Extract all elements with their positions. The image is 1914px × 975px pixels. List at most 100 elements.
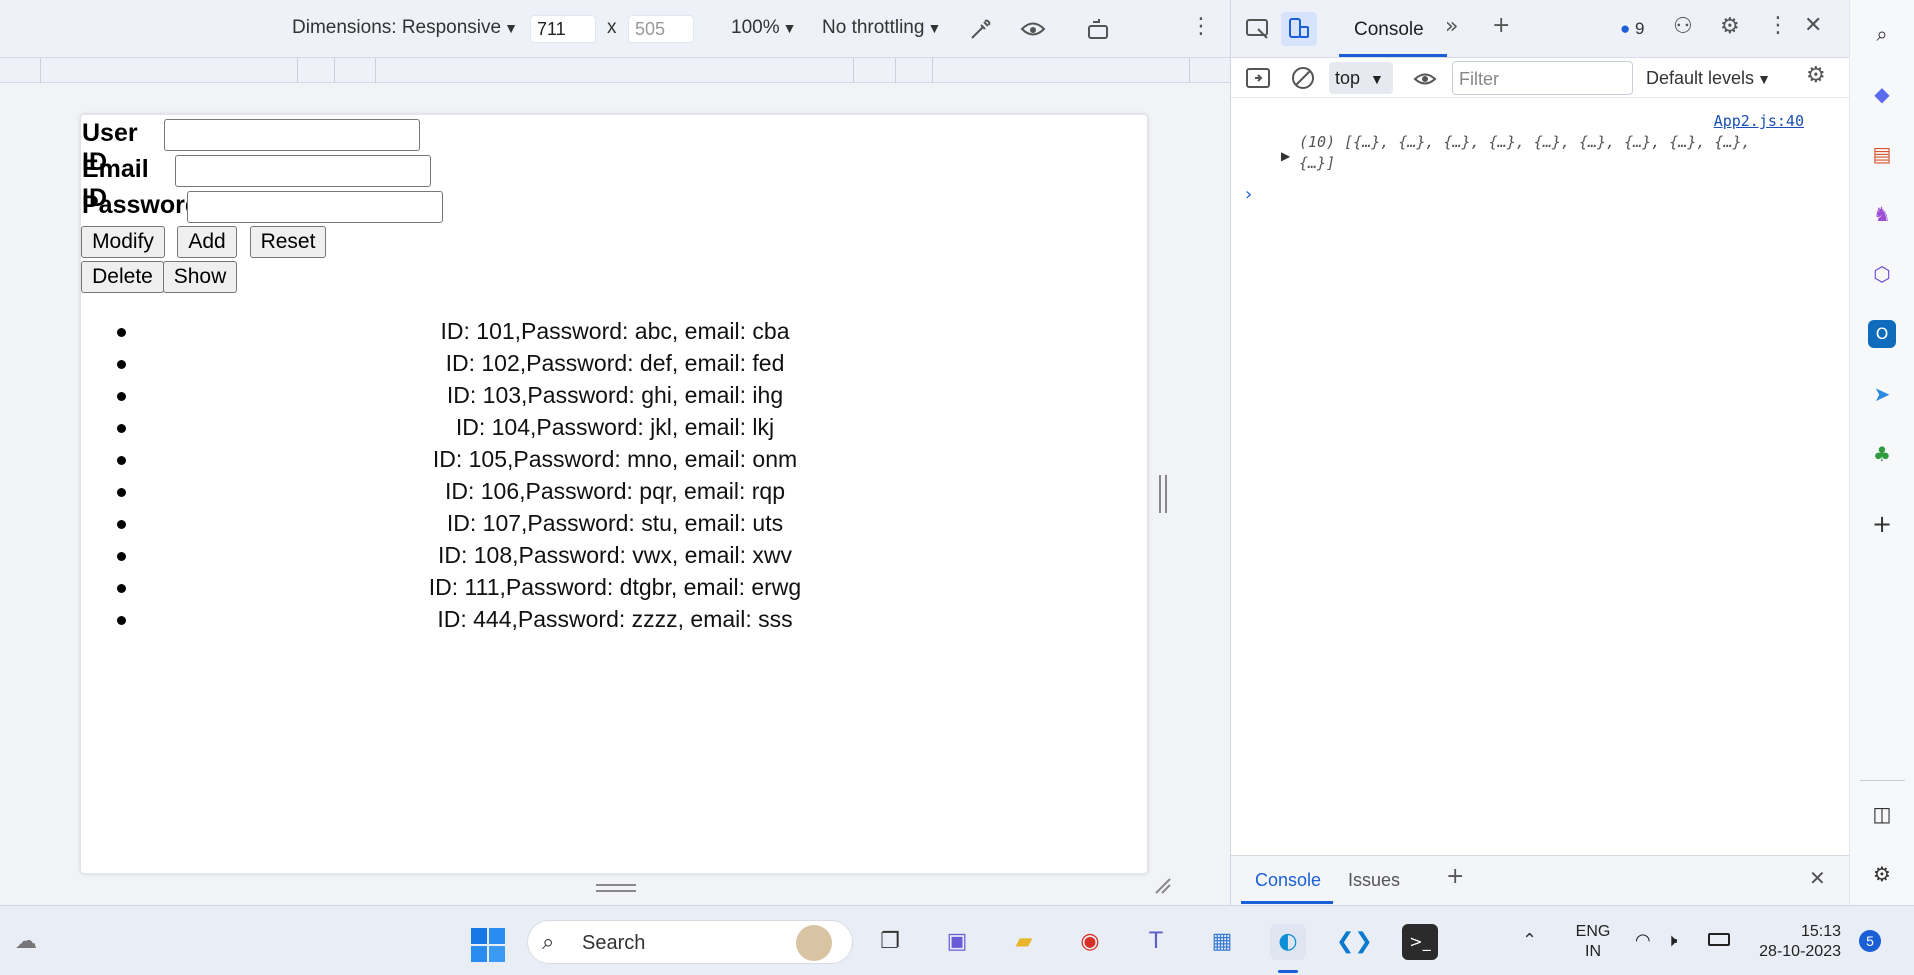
more-tabs-icon[interactable]: »	[1445, 14, 1458, 39]
language-line2: IN	[1585, 943, 1601, 960]
drawer-tab-console[interactable]: Console	[1255, 870, 1321, 891]
chrome-icon[interactable]: ◉	[1072, 924, 1108, 960]
network-conditions-icon[interactable]: ⚇	[1673, 14, 1693, 39]
search-icon[interactable]: ⌕	[1868, 20, 1896, 48]
add-sidebar-icon[interactable]: +	[1868, 510, 1896, 538]
terminal-icon[interactable]: >_	[1402, 924, 1438, 960]
reset-button[interactable]: Reset	[250, 226, 326, 258]
vscode-icon[interactable]: ❮❯	[1336, 924, 1373, 960]
chat-icon[interactable]: ▣	[939, 924, 975, 960]
throttling-dropdown[interactable]: No throttling ▼	[822, 17, 941, 39]
edge-icon[interactable]: ◐	[1270, 924, 1306, 960]
tag-icon[interactable]: ◆	[1868, 80, 1896, 108]
toolbox-icon[interactable]: ▤	[1868, 140, 1896, 168]
caret-down-icon: ▼	[504, 20, 518, 36]
drawer-tab-issues[interactable]: Issues	[1348, 870, 1400, 891]
device-toggle-button[interactable]	[1281, 12, 1317, 46]
width-input[interactable]: 711	[530, 15, 596, 43]
eye-icon[interactable]	[1020, 18, 1046, 40]
corner-resize-icon[interactable]	[1154, 877, 1172, 895]
rotate-icon[interactable]	[1085, 16, 1111, 42]
clock[interactable]: 15:13 28-10-2023	[1751, 922, 1841, 962]
live-expression-eye-icon[interactable]	[1413, 70, 1437, 88]
close-devtools-icon[interactable]: ✕	[1804, 13, 1822, 38]
tab-console[interactable]: Console	[1354, 19, 1424, 41]
password-label: Password	[82, 191, 201, 219]
taskbar-search[interactable]: ⌕ Search	[527, 920, 853, 964]
password-input[interactable]	[187, 191, 443, 223]
height-input[interactable]: 505	[628, 15, 694, 43]
zoom-label: 100%	[731, 17, 780, 38]
file-explorer-icon[interactable]: ▰	[1006, 924, 1042, 960]
performance-monitor-icon[interactable]: ▦	[1204, 924, 1240, 960]
eyedropper-icon[interactable]	[968, 16, 994, 42]
expand-triangle-icon[interactable]: ▶	[1281, 149, 1290, 163]
user-list: ID: 101,Password: abc, email: cba ID: 102…	[81, 315, 1149, 635]
log-levels-dropdown[interactable]: Default levels ▼	[1646, 68, 1771, 89]
ruler-tick	[932, 58, 933, 83]
source-link[interactable]: App2.js:40	[1714, 112, 1804, 130]
notification-badge[interactable]: 5	[1859, 930, 1881, 952]
zoom-dropdown[interactable]: 100% ▼	[731, 17, 796, 39]
speaker-muted-icon[interactable]: 🕨	[1666, 930, 1677, 951]
outlook-icon[interactable]: O	[1868, 320, 1896, 348]
list-item: ID: 444,Password: zzzz, email: sss	[81, 603, 1149, 635]
log-levels-label: Default levels	[1646, 68, 1755, 88]
teams-icon[interactable]: T	[1138, 924, 1174, 960]
list-item-text: ID: 104,Password: jkl, email: lkj	[455, 414, 775, 440]
weather-icon[interactable]: ☁	[8, 924, 44, 960]
list-item-text: ID: 107,Password: stu, email: uts	[446, 510, 784, 536]
list-item: ID: 103,Password: ghi, email: ihg	[81, 379, 1149, 411]
sidebar-settings-icon[interactable]: ⚙	[1868, 860, 1896, 888]
list-item: ID: 108,Password: vwx, email: xwv	[81, 539, 1149, 571]
device-viewport: User ID Email ID Password Modify Add Res…	[80, 114, 1148, 874]
console-log-entry[interactable]: (10) [{…}, {…}, {…}, {…}, {…}, {…}, {…},…	[1299, 132, 1819, 174]
bullet-icon	[117, 392, 126, 401]
more-options-icon[interactable]: ⋮	[1767, 13, 1789, 38]
games-icon[interactable]: ♞	[1868, 200, 1896, 228]
add-button[interactable]: Add	[177, 226, 237, 258]
bullet-icon	[117, 520, 126, 529]
list-item: ID: 106,Password: pqr, email: rqp	[81, 475, 1149, 507]
viewport-resize-handle-bottom[interactable]	[596, 884, 636, 892]
sidebar-panel-icon[interactable]: ◫	[1868, 800, 1896, 828]
windows-start-icon[interactable]	[470, 927, 506, 963]
task-view-icon[interactable]: ❐	[872, 924, 908, 960]
console-prompt-icon[interactable]: ›	[1245, 184, 1252, 205]
console-toolbar: top ▼ Filter Default levels ▼ ⚙	[1231, 58, 1850, 98]
settings-icon[interactable]: ⚙	[1720, 14, 1740, 39]
modify-button[interactable]: Modify	[81, 226, 165, 258]
wifi-icon[interactable]: ◠	[1635, 930, 1651, 951]
show-button[interactable]: Show	[163, 261, 237, 293]
clear-console-icon[interactable]	[1291, 66, 1315, 90]
close-drawer-icon[interactable]: ✕	[1809, 866, 1826, 890]
context-dropdown[interactable]: top ▼	[1329, 62, 1393, 94]
language-indicator[interactable]: ENG IN	[1573, 922, 1613, 962]
send-icon[interactable]: ➤	[1868, 380, 1896, 408]
hidden-icons-chevron-icon[interactable]: ⌃	[1522, 930, 1537, 951]
list-item-text: ID: 111,Password: dtgbr, email: erwg	[428, 574, 802, 600]
ruler-tick	[334, 58, 335, 83]
ruler-tick	[895, 58, 896, 83]
list-item: ID: 111,Password: dtgbr, email: erwg	[81, 571, 1149, 603]
drawer-add-tab-icon[interactable]: +	[1446, 864, 1464, 889]
battery-icon[interactable]	[1708, 933, 1730, 946]
sidebar-divider	[1860, 780, 1905, 781]
search-icon: ⌕	[542, 929, 555, 954]
inspect-element-icon[interactable]	[1245, 18, 1271, 42]
issues-counter[interactable]: ● 9	[1620, 19, 1644, 39]
console-settings-icon[interactable]: ⚙	[1806, 63, 1826, 88]
delete-button[interactable]: Delete	[81, 261, 164, 293]
viewport-resize-handle-right[interactable]	[1159, 475, 1167, 513]
tree-icon[interactable]: ♣	[1868, 440, 1896, 468]
user-id-input[interactable]	[164, 119, 420, 151]
dimensions-dropdown[interactable]: Dimensions: Responsive ▼	[292, 17, 518, 39]
office-icon[interactable]: ⬡	[1868, 260, 1896, 288]
console-filter-input[interactable]: Filter	[1452, 61, 1633, 95]
add-tab-icon[interactable]: +	[1492, 13, 1510, 38]
more-options-icon[interactable]: ⋮	[1190, 14, 1212, 39]
active-tab-indicator	[1339, 54, 1447, 57]
email-id-input[interactable]	[175, 155, 431, 187]
ruler-tick	[853, 58, 854, 83]
sidebar-toggle-icon[interactable]	[1245, 67, 1271, 89]
